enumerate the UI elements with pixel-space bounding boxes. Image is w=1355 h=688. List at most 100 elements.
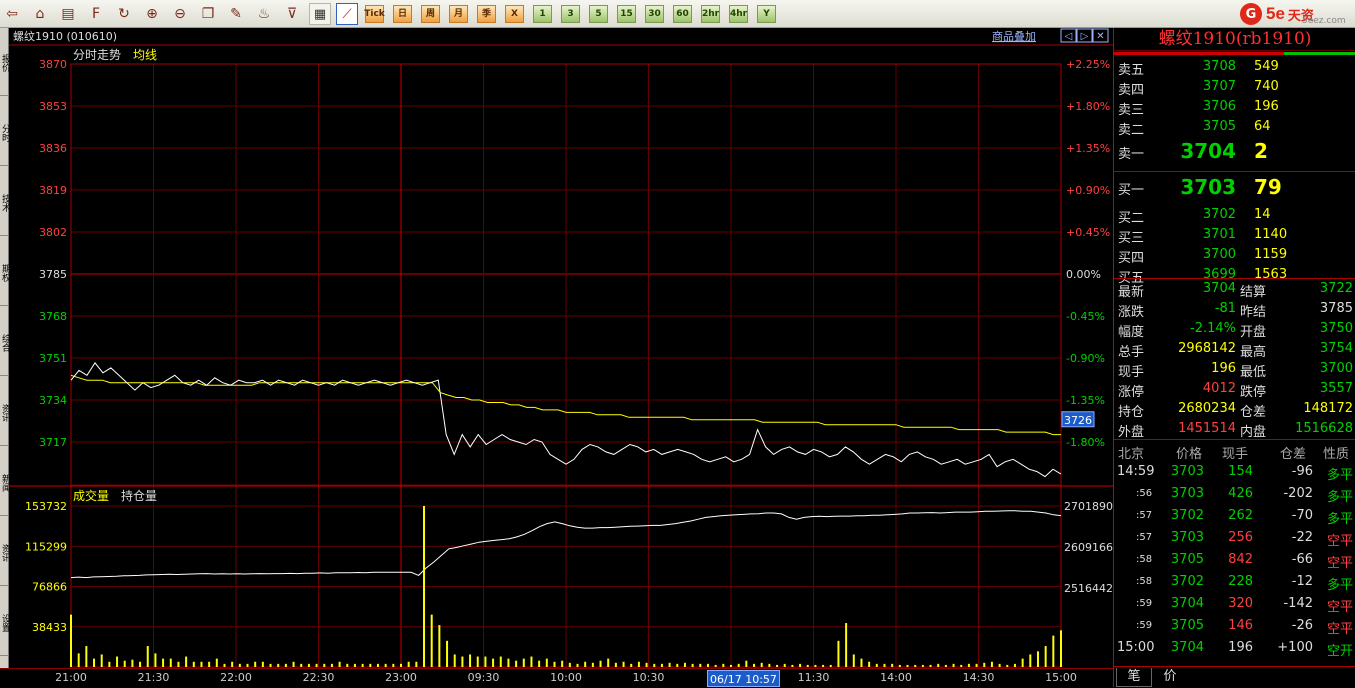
ask-volume: 549 (1254, 59, 1279, 74)
period-button[interactable]: 60 (673, 5, 692, 23)
period-label: 4hr (729, 8, 748, 19)
ask-label: 卖一 (1118, 147, 1145, 162)
period-button[interactable]: 月 (449, 5, 468, 23)
price-tick-label: 3751 (39, 352, 67, 365)
time-tick-label: 21:30 (137, 671, 170, 684)
period-label: 周 (425, 8, 435, 19)
stat-key: 持仓 (1118, 405, 1145, 420)
period-button[interactable]: 5 (589, 5, 608, 23)
tick-nature: 空平 (1326, 600, 1353, 615)
side-tab[interactable]: 综合 (0, 310, 9, 376)
stat-key: 昨结 (1240, 305, 1267, 320)
table-view-icon-glyph: ▦ (313, 6, 327, 22)
home-icon[interactable]: ⌂ (30, 4, 50, 24)
side-tab[interactable]: 新闻 (0, 450, 9, 516)
stat-value: 1516628 (1295, 421, 1353, 436)
ask-label: 卖二 (1118, 123, 1145, 138)
tick-qty: 320 (1228, 596, 1253, 611)
bid-volume: 1140 (1254, 227, 1288, 242)
stat-value: 3700 (1319, 361, 1353, 376)
period-label: 季 (481, 8, 491, 19)
bid-row[interactable]: 买一 3703 79 (1114, 175, 1355, 199)
logo-mark-icon: G (1240, 3, 1262, 25)
filter-icon[interactable]: ⊽ (282, 4, 302, 24)
side-tab[interactable]: 技术 (0, 170, 9, 236)
back-icon[interactable]: ⇦ (2, 4, 22, 24)
tick-time: :56 (1136, 488, 1153, 499)
stat-key: 仓差 (1240, 405, 1267, 420)
pen-icon[interactable]: ✎ (226, 4, 246, 24)
tick-header-qty: 现手 (1222, 447, 1249, 462)
window-icon[interactable]: ❐ (198, 4, 218, 24)
f10-icon[interactable]: F (86, 4, 106, 24)
intraday-view-icon[interactable]: ⟋ (336, 3, 358, 25)
filter-icon-glyph: ⊽ (286, 6, 298, 22)
time-tick-label: 21:00 (55, 671, 87, 684)
book-divider (1114, 171, 1355, 172)
quote-tab[interactable]: 价 (1152, 668, 1188, 687)
pct-tick-label: +1.80% (1066, 100, 1110, 113)
tick-price: 3705 (1170, 552, 1204, 567)
logo-site: 5eez.com (1302, 16, 1346, 26)
quote-tabs: 笔价 (1114, 666, 1355, 687)
ask-row[interactable]: 卖四 3707 740 (1114, 77, 1355, 98)
period-button[interactable]: 30 (645, 5, 664, 23)
ask-row[interactable]: 卖五 3708 549 (1114, 57, 1355, 78)
time-tick-label: 14:30 (962, 671, 995, 684)
side-tab[interactable]: 报价 (0, 30, 9, 96)
stat-row: 总手 2968142 最高 3754 (1114, 339, 1355, 360)
quote-bar-red (1114, 52, 1284, 55)
side-tab[interactable]: 分时 (0, 100, 9, 166)
ask-row[interactable]: 卖一 3704 2 (1114, 139, 1355, 163)
tick-nature: 多平 (1326, 490, 1353, 505)
tick-row: :56 3703 426 -202 多平 (1114, 483, 1355, 505)
bid-label: 买二 (1118, 211, 1145, 226)
stat-key: 总手 (1118, 345, 1145, 360)
bid-row[interactable]: 买二 3702 14 (1114, 205, 1355, 226)
bid-price: 3703 (1180, 175, 1236, 199)
ask-row[interactable]: 卖二 3705 64 (1114, 117, 1355, 138)
refresh-icon[interactable]: ↻ (114, 4, 134, 24)
period-button[interactable]: X (505, 5, 524, 23)
period-button[interactable]: Tick (364, 5, 385, 23)
period-button[interactable]: 季 (477, 5, 496, 23)
zoom-out-icon[interactable]: ⊖ (170, 4, 190, 24)
zoom-in-icon[interactable]: ⊕ (142, 4, 162, 24)
period-button[interactable]: 3 (561, 5, 580, 23)
period-button[interactable]: 2hr (701, 5, 720, 23)
paint-icon[interactable]: ♨ (254, 4, 274, 24)
side-tab[interactable]: 资讯 (0, 380, 9, 446)
tick-price: 3702 (1170, 574, 1204, 589)
side-tab[interactable]: 设置 (0, 590, 9, 656)
ask-row[interactable]: 卖三 3706 196 (1114, 97, 1355, 118)
overlay-link[interactable]: 商品叠加 (992, 29, 1036, 43)
stat-key: 跌停 (1240, 385, 1267, 400)
bid-volume: 79 (1254, 175, 1282, 199)
period-button[interactable]: 周 (421, 5, 440, 23)
table-view-icon[interactable]: ▦ (309, 3, 331, 25)
stat-row: 幅度 -2.14% 开盘 3750 (1114, 319, 1355, 340)
period-button[interactable]: Y (757, 5, 776, 23)
tick-nature: 多平 (1326, 512, 1353, 527)
stat-key: 涨跌 (1118, 305, 1145, 320)
price-tick-label: 3785 (39, 268, 67, 281)
price-tick-label: 3734 (39, 394, 67, 407)
window-icon-glyph: ❐ (201, 6, 215, 22)
bid-row[interactable]: 买三 3701 1140 (1114, 225, 1355, 246)
period-button[interactable]: 1 (533, 5, 552, 23)
pct-tick-label: +1.35% (1066, 142, 1110, 155)
ask-label: 卖五 (1118, 63, 1145, 78)
side-tab[interactable]: 资讯 (0, 520, 9, 586)
side-tab[interactable]: 期权 (0, 240, 9, 306)
toolbar: ⇦ ⌂ ▤ F ↻ ⊕ ⊖ ❐ ✎ ♨ ⊽ ▦ ⟋ Tick 日 周 月 季 X 1 3 5 15 30 60 2hr 4hr Y G 5… (0, 0, 1355, 28)
book-icon[interactable]: ▤ (58, 4, 78, 24)
intraday-chart[interactable]: 螺纹1910 (010610) 商品叠加 ◁ ▷ ✕ 分时走势 均线 3870 +2.25% 38… (9, 28, 1113, 668)
period-button[interactable]: 15 (617, 5, 636, 23)
quote-tab[interactable]: 笔 (1116, 668, 1152, 687)
period-button[interactable]: 日 (393, 5, 412, 23)
bid-row[interactable]: 买四 3700 1159 (1114, 245, 1355, 266)
period-button[interactable]: 4hr (729, 5, 748, 23)
cursor-price-label: 3726 (1064, 414, 1092, 427)
period-label: 15 (620, 8, 633, 19)
stat-key: 幅度 (1118, 325, 1145, 340)
